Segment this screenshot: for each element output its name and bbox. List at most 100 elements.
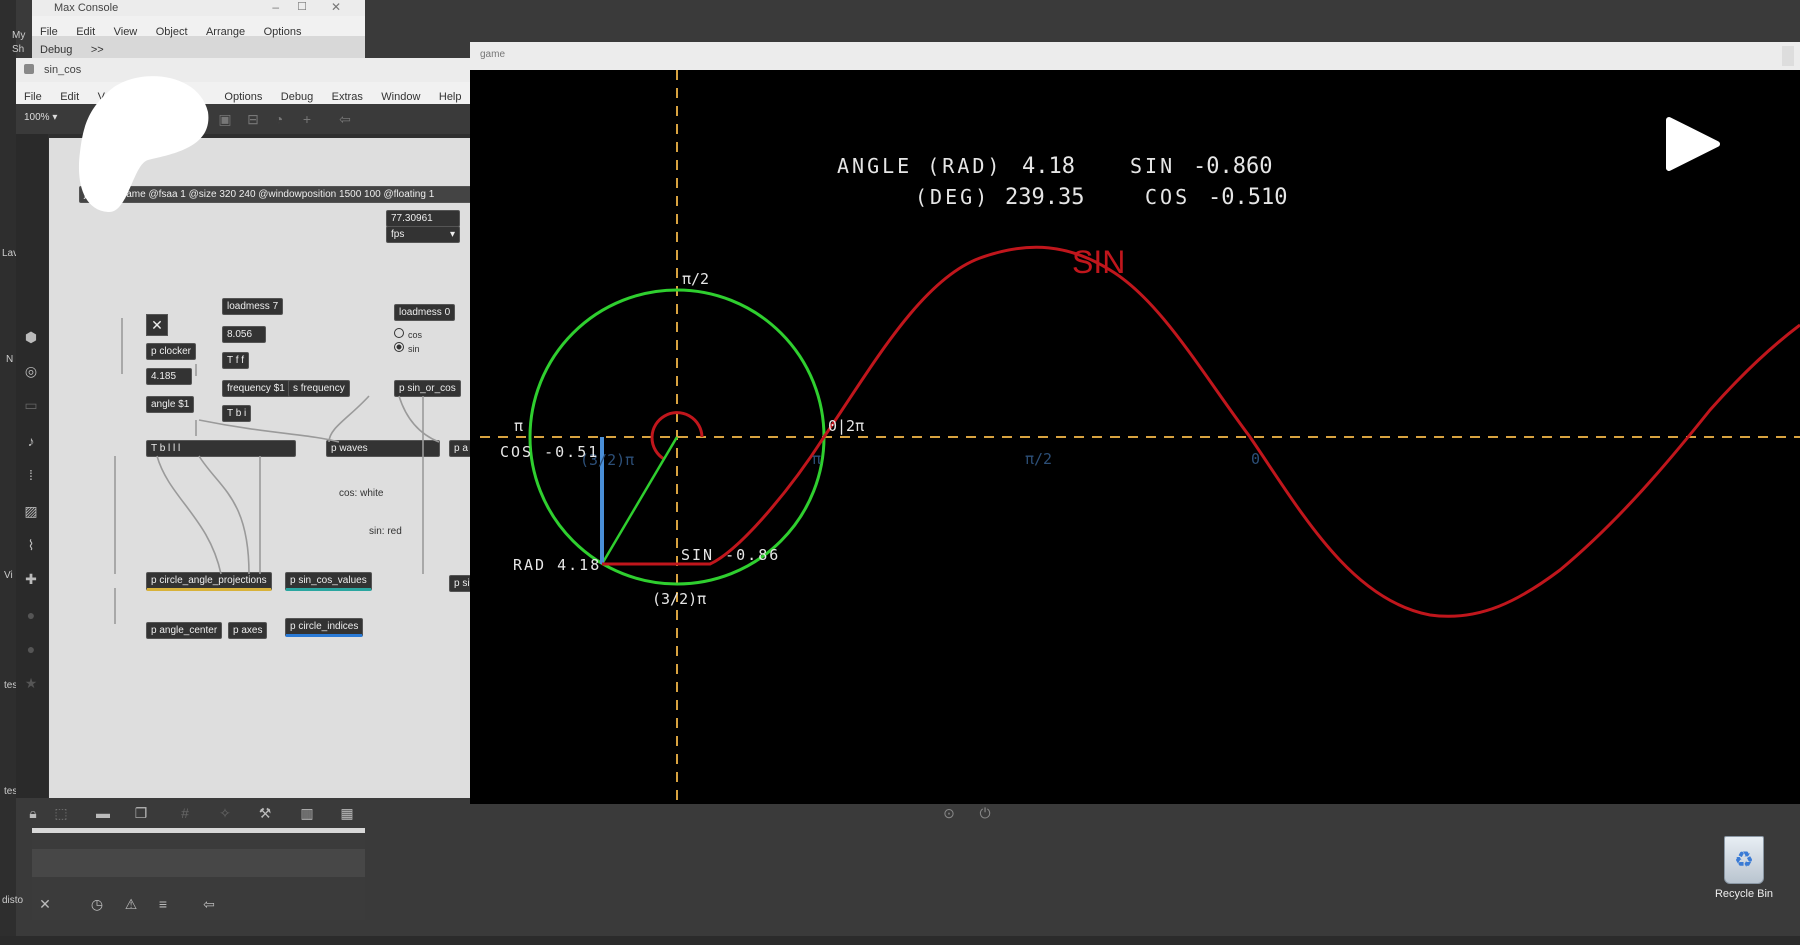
blob-shape: [78, 76, 209, 213]
comment-icon[interactable]: ▬: [94, 804, 112, 822]
clear-icon[interactable]: ✕: [36, 895, 54, 913]
lock-icon[interactable]: 🔒︎: [24, 804, 42, 822]
cos-value: -0.510: [1208, 185, 1287, 210]
zoom-value: 100%: [24, 112, 50, 123]
send-frequency-object[interactable]: s frequency: [288, 380, 350, 397]
menu-item[interactable]: Arrange: [206, 26, 245, 38]
wrench-icon[interactable]: ⚒: [256, 804, 274, 822]
label-zero-two-pi: 0|2π: [828, 417, 864, 435]
menu-item[interactable]: Options: [264, 26, 302, 38]
panel-icon[interactable]: ▭: [22, 396, 40, 414]
menu-item[interactable]: Object: [156, 26, 188, 38]
loadmess-object[interactable]: loadmess 0: [394, 304, 456, 321]
maximize-icon[interactable]: ☐: [297, 0, 307, 13]
frequency-message[interactable]: frequency $1: [222, 380, 290, 397]
fps-label: fps: [391, 229, 405, 240]
white-blob-overlay: [78, 72, 210, 214]
menu-item[interactable]: Edit: [76, 26, 95, 38]
menu-item[interactable]: Extras: [332, 91, 363, 103]
play-circle-icon[interactable]: ⊙: [940, 804, 958, 822]
sin-label: SIN: [1130, 154, 1175, 178]
grid-icon[interactable]: #: [176, 804, 194, 822]
angle-number-box[interactable]: 4.185: [146, 368, 192, 385]
piano-icon[interactable]: ▥: [298, 804, 316, 822]
desktop-label: Sh: [12, 44, 25, 55]
back-arrow-icon[interactable]: ⇦: [200, 895, 218, 913]
presentation-icon[interactable]: ⬚: [52, 804, 70, 822]
clock-icon[interactable]: ◷: [88, 895, 106, 913]
puzzle-icon[interactable]: ✚: [22, 570, 40, 588]
radio-group[interactable]: cos sin: [394, 328, 442, 360]
waves-object[interactable]: p waves: [326, 440, 440, 457]
radio-empty-icon: [394, 328, 404, 338]
keyboard-icon[interactable]: ▦: [338, 804, 356, 822]
menu-item[interactable]: Window: [381, 91, 420, 103]
toggle-button[interactable]: ✕: [146, 314, 168, 336]
axes-object[interactable]: p axes: [228, 622, 268, 639]
power-icon[interactable]: ⏻: [976, 804, 994, 822]
play-icon: [1666, 117, 1720, 171]
windows-icon[interactable]: ❐: [132, 804, 150, 822]
recycle-bin[interactable]: ♻ Recycle Bin: [1712, 836, 1776, 910]
star-icon[interactable]: ★: [22, 674, 40, 692]
toolbar-icon[interactable]: ⊟: [244, 110, 262, 128]
trigger-object[interactable]: T b i: [222, 405, 252, 422]
toolbar-icon[interactable]: ▣: [216, 110, 234, 128]
objects-icon[interactable]: ⬢: [22, 328, 40, 346]
target-icon[interactable]: ◎: [22, 362, 40, 380]
max-console-menubar: File Edit View Object Arrange Options De…: [32, 16, 365, 56]
menu-item[interactable]: >>: [91, 44, 104, 56]
console-input-field[interactable]: [32, 849, 365, 877]
music-note-icon[interactable]: ♪: [22, 432, 40, 450]
recycle-bin-icon: ♻: [1724, 836, 1764, 884]
menu-item[interactable]: Edit: [60, 91, 79, 103]
wave-axis-label-pi-over-2: π/2: [1025, 450, 1052, 468]
snap-icon[interactable]: ✧: [216, 804, 234, 822]
angle-message[interactable]: angle $1: [146, 396, 195, 413]
sequence-icon[interactable]: ⁞: [22, 466, 40, 484]
menu-item[interactable]: Debug: [40, 44, 72, 56]
trigger-object[interactable]: T b l l l: [146, 440, 296, 457]
toolbar-icon[interactable]: ⇦: [336, 110, 354, 128]
add-icon[interactable]: +: [298, 110, 316, 128]
loadmess-object[interactable]: loadmess 7: [222, 298, 284, 315]
menu-item[interactable]: Options: [224, 91, 262, 103]
taskbar-strip: [0, 936, 1800, 945]
zoom-select[interactable]: 100% ▾: [24, 112, 57, 123]
trigger-object[interactable]: T f f: [222, 352, 250, 369]
angle-center-object[interactable]: p angle_center: [146, 622, 223, 639]
menu-item[interactable]: View: [114, 26, 138, 38]
fps-menu[interactable]: fps ▾: [386, 226, 460, 243]
minimize-icon[interactable]: –: [272, 0, 279, 14]
paperclip-icon[interactable]: ⌇: [22, 536, 40, 554]
close-icon[interactable]: ✕: [331, 0, 341, 14]
radio-cos[interactable]: cos: [394, 328, 442, 340]
number-box[interactable]: 8.056: [222, 326, 266, 343]
radio-sin-label: sin: [408, 344, 420, 354]
disabled-icon[interactable]: ●: [22, 606, 40, 624]
circle-indices-object[interactable]: p circle_indices: [285, 618, 364, 637]
max-console-titlebar[interactable]: Max Console – ☐ ✕: [32, 0, 365, 16]
circle-angle-projections-object[interactable]: p circle_angle_projections: [146, 572, 272, 591]
toolbar-icon[interactable]: ◔: [270, 110, 288, 128]
patcher-canvas[interactable]: jit.world game @fsaa 1 @size 320 240 @wi…: [49, 138, 486, 798]
list-icon[interactable]: ≡: [154, 895, 172, 913]
menu-item[interactable]: Help: [439, 91, 462, 103]
play-button[interactable]: [1663, 114, 1723, 174]
warning-icon[interactable]: ⚠: [122, 895, 140, 913]
sin-cos-values-object[interactable]: p sin_cos_values: [285, 572, 372, 591]
radio-sin[interactable]: sin: [394, 342, 442, 354]
fps-number[interactable]: 77.30961: [386, 210, 460, 227]
patcher-app-icon: [24, 64, 34, 74]
scroll-handle[interactable]: [1782, 46, 1794, 66]
menu-item[interactable]: Debug: [281, 91, 313, 103]
sin-or-cos-object[interactable]: p sin_or_cos: [394, 380, 461, 397]
game-window: game ANGLE (RAD) 4.18 SIN -0.860 (DEG) 2…: [470, 42, 1800, 804]
menu-item[interactable]: File: [24, 91, 42, 103]
clocker-object[interactable]: p clocker: [146, 343, 197, 360]
image-icon[interactable]: ▨: [22, 502, 40, 520]
disabled-icon[interactable]: ●: [22, 640, 40, 658]
game-titlebar[interactable]: game: [470, 42, 1800, 70]
menu-item[interactable]: File: [40, 26, 58, 38]
chevron-down-icon: ▾: [449, 229, 455, 240]
